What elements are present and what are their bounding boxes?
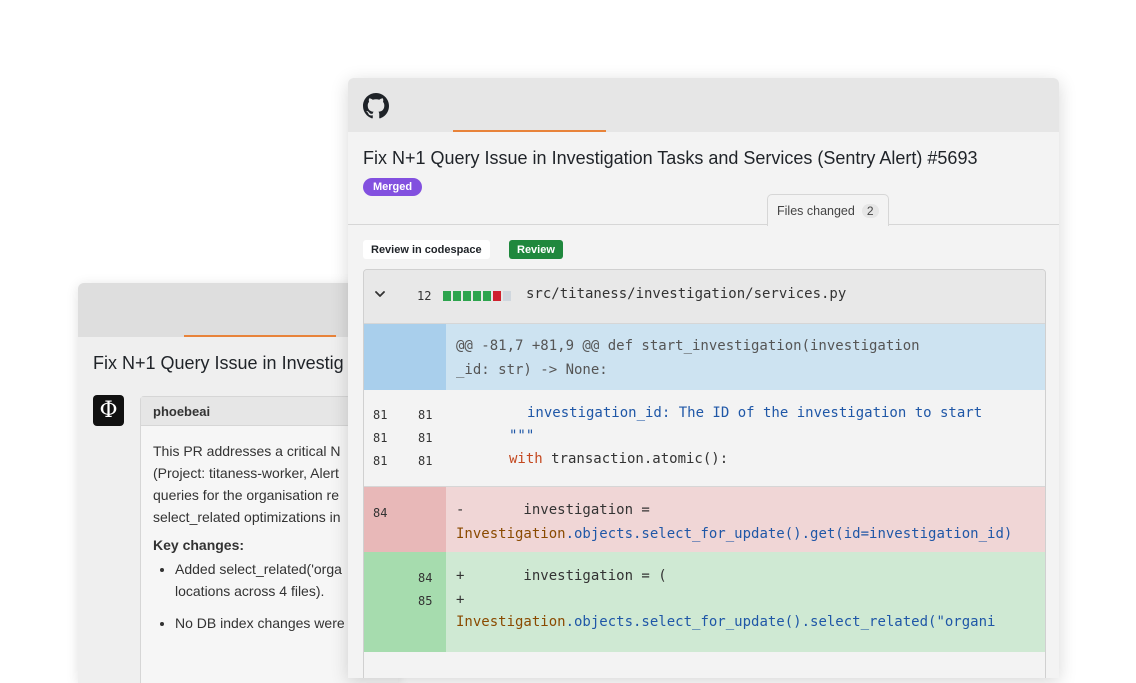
comment-author[interactable]: phoebeai	[153, 404, 210, 419]
review-in-codespace-button[interactable]: Review in codespace	[363, 240, 490, 259]
code-line: investigation_id: The ID of the investig…	[527, 405, 983, 421]
tab-bar-divider	[348, 224, 1059, 225]
code-line: Investigation.objects.select_for_update(…	[456, 614, 995, 630]
files-changed-count: 2	[861, 203, 879, 218]
active-tab-indicator	[453, 130, 606, 132]
hunk-header-text: @@ -81,7 +81,9 @@ def start_investigatio…	[456, 334, 920, 382]
deleted-line: 84 - investigation = Investigation.objec…	[364, 487, 1045, 552]
active-tab-indicator	[184, 335, 336, 337]
old-line-number[interactable]: 84	[373, 506, 387, 520]
new-line-number[interactable]: 81	[418, 431, 432, 445]
code-text: .objects.select_for_update().get(id=inve…	[565, 526, 1013, 542]
hunk-header-line: @@ -81,7 +81,9 @@ def start_investigatio…	[456, 338, 920, 354]
old-line-number[interactable]: 81	[373, 454, 387, 468]
diffstat-bar	[443, 291, 511, 301]
keyword: with	[509, 451, 543, 467]
hunk-expand-gutter[interactable]	[364, 324, 446, 390]
new-line-number[interactable]: 85	[418, 594, 432, 608]
class-name: Investigation	[456, 526, 566, 542]
new-line-number[interactable]: 84	[418, 571, 432, 585]
diffstat-add-block	[483, 291, 491, 301]
file-path[interactable]: src/titaness/investigation/services.py	[526, 286, 846, 302]
diffstat-del-block	[493, 291, 501, 301]
diffstat-add-block	[453, 291, 461, 301]
window-header	[348, 78, 1059, 132]
background-pr-title: Fix N+1 Query Issue in Investig	[93, 353, 344, 373]
code-line: - investigation =	[456, 502, 650, 518]
review-button[interactable]: Review	[509, 240, 563, 259]
diffstat-add-block	[473, 291, 481, 301]
tab-files-changed-label: Files changed	[777, 203, 855, 218]
pr-title: Fix N+1 Query Issue in Investigation Tas…	[363, 148, 978, 168]
hunk-header-line: _id: str) -> None:	[456, 362, 608, 378]
class-name: Investigation	[456, 614, 566, 630]
chevron-down-icon[interactable]	[373, 287, 387, 301]
addition-gutter	[364, 552, 446, 652]
code-line: +	[456, 592, 465, 608]
old-line-number[interactable]: 81	[373, 431, 387, 445]
hunk-header: @@ -81,7 +81,9 @@ def start_investigatio…	[364, 324, 1045, 390]
file-diff: 12 src/titaness/investigation/services.p…	[363, 269, 1046, 678]
code-text: .objects.select_for_update().select_rela…	[565, 614, 996, 630]
merged-status-badge: Merged	[363, 178, 423, 196]
diffstat-add-block	[463, 291, 471, 301]
author-avatar[interactable]: Φ	[93, 395, 124, 426]
code-line: """	[509, 428, 535, 444]
lines-changed-count: 12	[417, 289, 432, 303]
added-lines: 84 85 + investigation = ( + Investigatio…	[364, 552, 1045, 652]
tab-files-changed[interactable]: Files changed 2	[767, 194, 889, 226]
code-line: + investigation = (	[456, 568, 667, 584]
new-line-number[interactable]: 81	[418, 454, 432, 468]
pr-files-window: Fix N+1 Query Issue in Investigation Tas…	[348, 78, 1059, 678]
github-icon[interactable]	[363, 93, 389, 119]
code-line: Investigation.objects.select_for_update(…	[456, 526, 1012, 542]
file-diff-header: 12 src/titaness/investigation/services.p…	[364, 270, 1045, 324]
diffstat-add-block	[443, 291, 451, 301]
context-lines: 81 81 investigation_id: The ID of the in…	[364, 390, 1045, 487]
diffstat-neutral-block	[503, 291, 511, 301]
old-line-number[interactable]: 81	[373, 408, 387, 422]
code-text: transaction.atomic():	[542, 451, 729, 467]
code-line: with transaction.atomic():	[509, 451, 728, 467]
new-line-number[interactable]: 81	[418, 408, 432, 422]
